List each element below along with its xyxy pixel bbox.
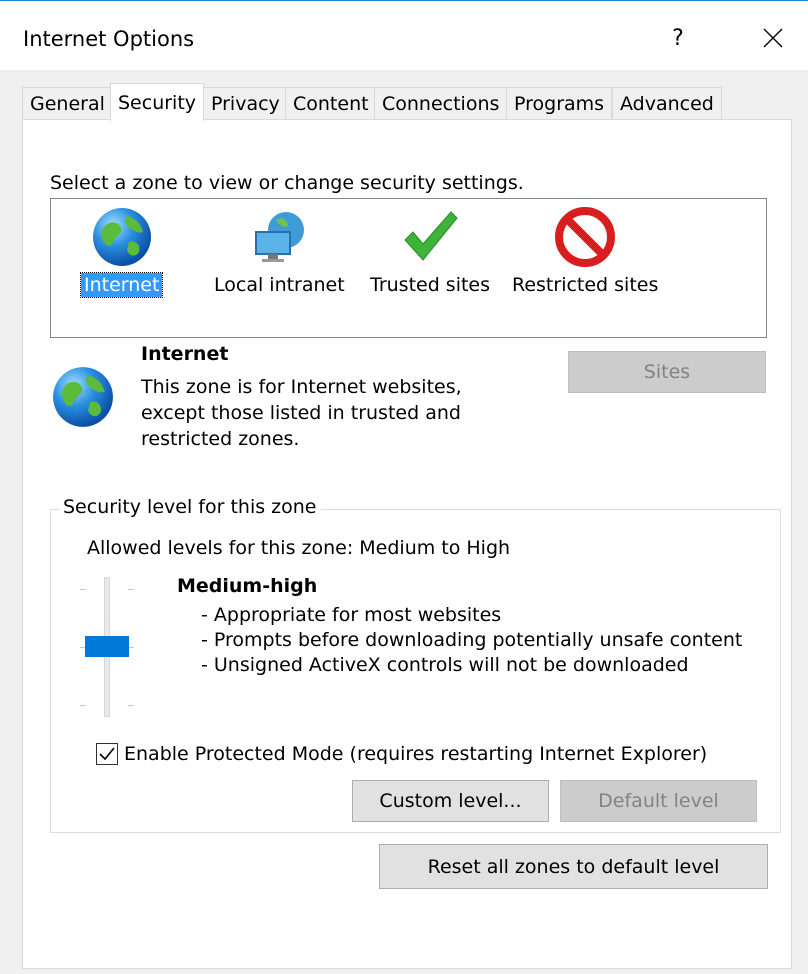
- globe-icon: [51, 365, 117, 431]
- security-level-slider[interactable]: [77, 577, 137, 722]
- zone-info-title: Internet: [141, 343, 229, 365]
- slider-tick: [128, 589, 134, 590]
- level-bullet: - Appropriate for most websites: [201, 604, 502, 626]
- slider-thumb[interactable]: [85, 636, 129, 657]
- title-bar: Internet Options ?: [0, 0, 808, 70]
- zone-info-line: except those listed in trusted and: [141, 402, 461, 424]
- default-level-button[interactable]: Default level: [560, 780, 757, 822]
- tab-connections[interactable]: Connections: [374, 87, 508, 120]
- zone-local-intranet[interactable]: Local intranet: [211, 205, 348, 297]
- security-tab-panel: Select a zone to view or change security…: [22, 119, 792, 969]
- tab-security[interactable]: Security: [110, 83, 205, 121]
- tab-content[interactable]: Content: [285, 87, 377, 120]
- close-button[interactable]: [748, 15, 798, 61]
- allowed-levels-text: Allowed levels for this zone: Medium to …: [87, 537, 511, 559]
- tab-general[interactable]: General: [22, 87, 113, 120]
- help-button[interactable]: ?: [655, 15, 701, 61]
- zone-trusted-sites[interactable]: Trusted sites: [367, 205, 493, 297]
- zone-restricted-sites[interactable]: Restricted sites: [509, 205, 661, 297]
- slider-tick: [128, 705, 134, 706]
- zone-info-line: This zone is for Internet websites,: [141, 376, 462, 398]
- checkmark-icon: [99, 747, 115, 761]
- zone-restricted-sites-label: Restricted sites: [512, 274, 659, 296]
- checkmark-icon: [398, 205, 462, 269]
- tab-privacy[interactable]: Privacy: [203, 87, 288, 120]
- close-icon: [763, 28, 783, 48]
- zone-internet[interactable]: Internet: [79, 205, 164, 298]
- zone-internet-label: Internet: [79, 272, 164, 298]
- slider-tick: [80, 705, 86, 706]
- protected-mode-row[interactable]: Enable Protected Mode (requires restarti…: [96, 743, 707, 765]
- sites-button[interactable]: Sites: [568, 351, 766, 393]
- security-level-legend: Security level for this zone: [59, 496, 321, 518]
- protected-mode-checkbox[interactable]: [96, 743, 118, 765]
- prohibited-icon: [553, 205, 617, 269]
- zone-info-description: This zone is for Internet websites, exce…: [141, 374, 501, 452]
- level-description: - Appropriate for most websites - Prompt…: [201, 603, 742, 678]
- level-bullet: - Prompts before downloading potentially…: [201, 629, 743, 651]
- zone-info-line: restricted zones.: [141, 428, 300, 450]
- protected-mode-label: Enable Protected Mode (requires restarti…: [124, 743, 708, 765]
- reset-all-zones-button[interactable]: Reset all zones to default level: [379, 844, 768, 889]
- tab-programs[interactable]: Programs: [506, 87, 613, 120]
- zone-local-intranet-label: Local intranet: [214, 274, 345, 296]
- tab-advanced[interactable]: Advanced: [612, 87, 722, 120]
- custom-level-button[interactable]: Custom level...: [352, 780, 549, 822]
- zone-trusted-sites-label: Trusted sites: [370, 274, 491, 296]
- globe-icon: [90, 205, 154, 269]
- level-name: Medium-high: [177, 575, 318, 597]
- level-bullet: - Unsigned ActiveX controls will not be …: [201, 654, 689, 676]
- security-level-group: Security level for this zone Allowed lev…: [50, 496, 781, 833]
- window-title: Internet Options: [23, 27, 195, 51]
- intranet-icon: [247, 205, 311, 269]
- zone-list: Internet Local intranet Trusted sites Re…: [50, 198, 767, 338]
- slider-tick: [80, 589, 86, 590]
- zone-prompt: Select a zone to view or change security…: [50, 172, 524, 194]
- internet-options-dialog: Internet Options ? General Security Priv…: [0, 0, 808, 974]
